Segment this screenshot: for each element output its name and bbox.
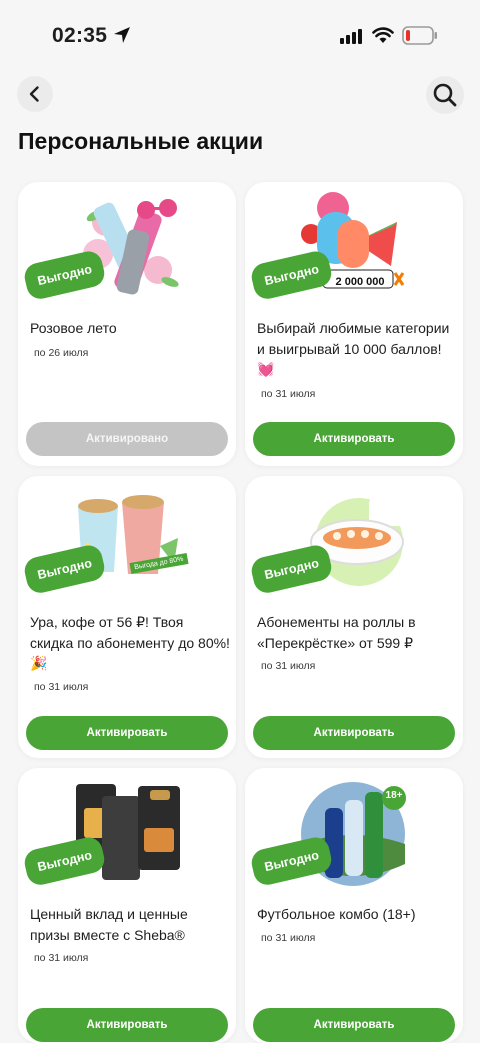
- location-arrow-icon: [114, 27, 130, 43]
- offer-date: по 31 июля: [261, 932, 316, 944]
- offer-card-sheba[interactable]: Выгодно Ценный вклад и ценные призы вмес…: [18, 768, 236, 1043]
- activated-button[interactable]: Активировано: [26, 422, 228, 456]
- wifi-icon: [372, 27, 394, 43]
- offer-title: Абонементы на роллы в «Перекрёстке» от 5…: [257, 614, 416, 651]
- offer-date: по 31 июля: [34, 681, 89, 693]
- offer-title: Ура, кофе от 56 ₽! Твоя скидка по абонем…: [30, 614, 230, 671]
- battery-low-icon: [402, 26, 437, 45]
- offer-date: по 31 июля: [34, 952, 89, 964]
- offer-date: по 31 июля: [261, 388, 316, 400]
- chevron-left-icon: [29, 86, 39, 102]
- offer-title: Выбирай любимые категории и выигрывай 10…: [257, 320, 450, 377]
- activate-button[interactable]: Активировать: [253, 716, 455, 750]
- points-tag: 2 000 000: [335, 276, 385, 288]
- offer-card-pink-summer[interactable]: Выгодно Розовое лето по 26 июля Активиро…: [18, 182, 236, 466]
- offer-date: по 26 июля: [34, 347, 89, 359]
- offer-date: по 31 июля: [261, 660, 316, 672]
- activate-button[interactable]: Активировать: [26, 1008, 228, 1042]
- age-restriction-badge: 18+: [385, 790, 403, 801]
- search-icon: [433, 83, 457, 107]
- offer-title: Розовое лето: [30, 320, 117, 336]
- status-bar: 02:35: [0, 0, 480, 70]
- activate-button[interactable]: Активировать: [253, 422, 455, 456]
- offer-title: Ценный вклад и ценные призы вместе с She…: [30, 906, 188, 943]
- offer-card-sushi[interactable]: Выгодно Абонементы на роллы в «Перекрёст…: [245, 476, 463, 758]
- page-title: Персональные акции: [18, 128, 264, 154]
- search-button[interactable]: [426, 76, 464, 114]
- offer-card-coffee[interactable]: Выгода до 80% Выгодно Ура, кофе от 56 ₽!…: [18, 476, 236, 758]
- offer-title: Футбольное комбо (18+): [257, 906, 416, 922]
- offer-card-categories-points[interactable]: 2 000 000 Выгодно Выбирай любимые катего…: [245, 182, 463, 466]
- cellular-signal-icon: [340, 29, 362, 44]
- activate-button[interactable]: Активировать: [26, 716, 228, 750]
- status-time: 02:35: [52, 24, 108, 47]
- activate-button[interactable]: Активировать: [253, 1008, 455, 1042]
- offer-card-football-combo[interactable]: 18+ Выгодно Футбольное комбо (18+) по 31…: [245, 768, 463, 1043]
- back-button[interactable]: [17, 76, 53, 112]
